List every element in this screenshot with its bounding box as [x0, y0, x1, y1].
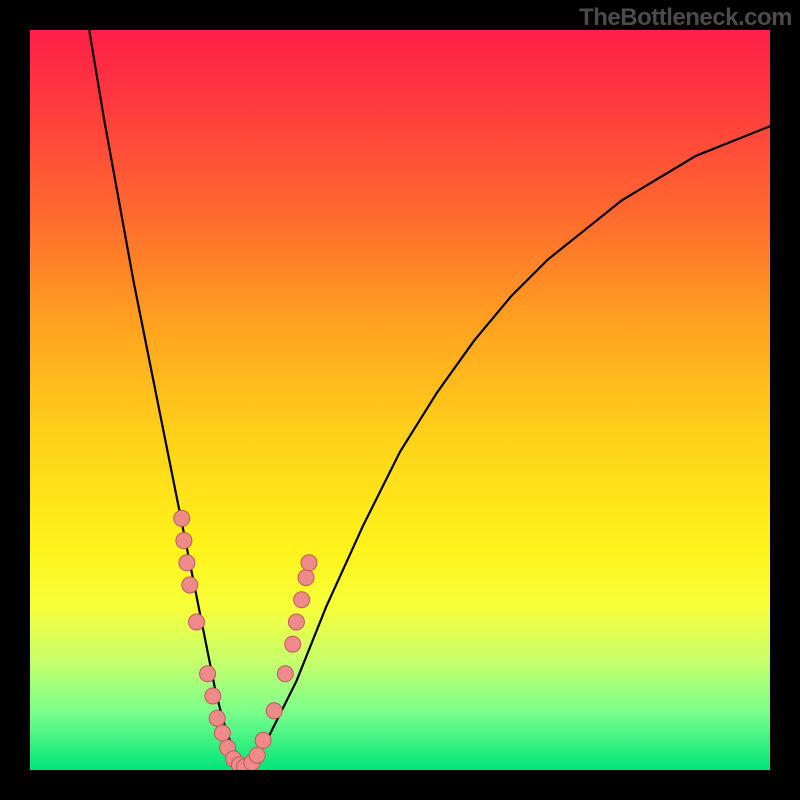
marker-point: [255, 732, 271, 748]
marker-point: [205, 688, 221, 704]
marker-point: [249, 747, 265, 763]
marker-point: [209, 710, 225, 726]
marker-point: [285, 636, 301, 652]
marker-point: [182, 577, 198, 593]
marker-point: [266, 703, 282, 719]
chart-svg: [30, 30, 770, 770]
marker-point: [179, 555, 195, 571]
curve-markers: [174, 510, 317, 770]
marker-point: [298, 570, 314, 586]
chart-frame: TheBottleneck.com: [0, 0, 800, 800]
chart-plot-area: [30, 30, 770, 770]
marker-point: [301, 555, 317, 571]
marker-point: [189, 614, 205, 630]
marker-point: [174, 510, 190, 526]
marker-point: [176, 533, 192, 549]
marker-point: [214, 725, 230, 741]
marker-point: [288, 614, 304, 630]
marker-point: [200, 666, 216, 682]
marker-point: [277, 666, 293, 682]
watermark-text: TheBottleneck.com: [579, 4, 792, 32]
bottleneck-curve: [89, 30, 770, 770]
marker-point: [294, 592, 310, 608]
